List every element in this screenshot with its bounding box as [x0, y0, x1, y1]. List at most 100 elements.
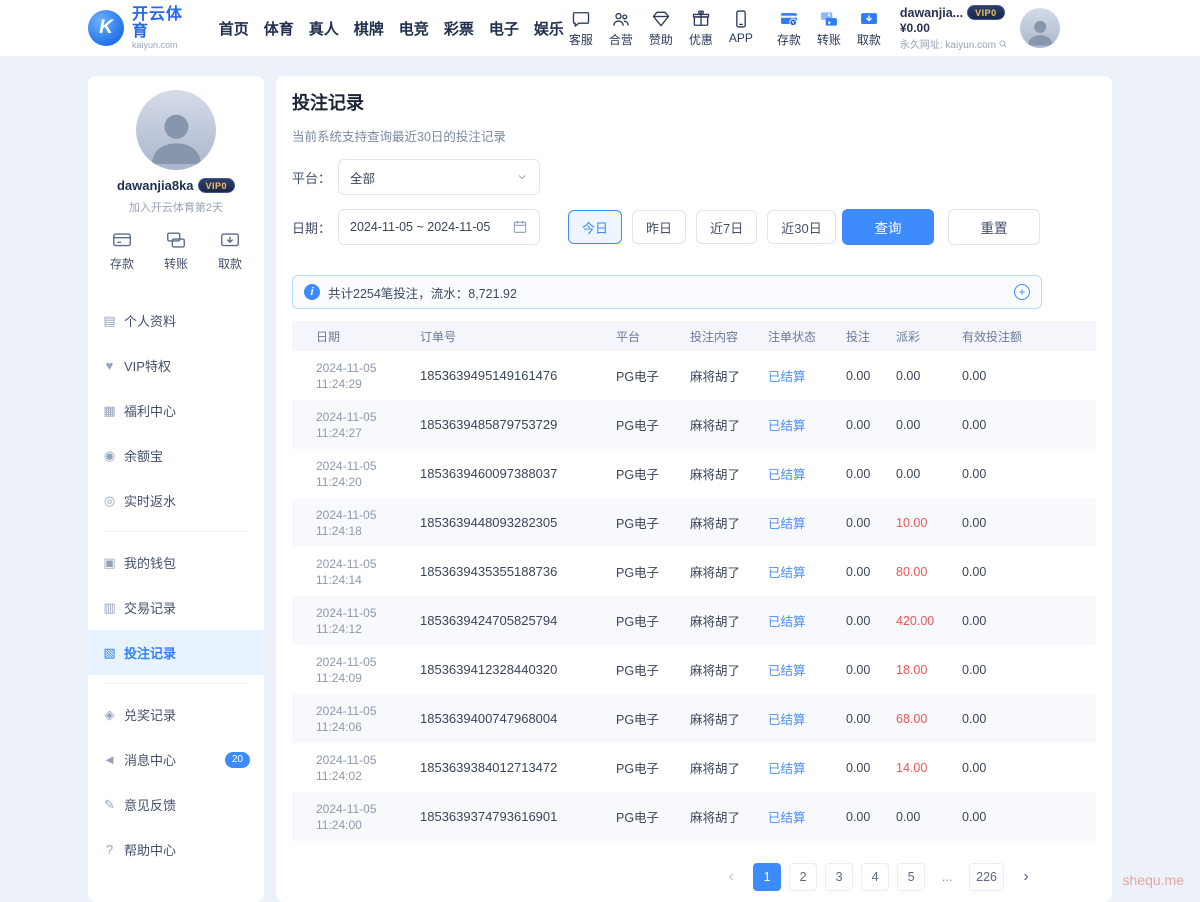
- nav-sponsor[interactable]: 赞助: [646, 9, 676, 48]
- page-button[interactable]: 5: [897, 863, 925, 891]
- sidebar-item-messages[interactable]: ◄ 消息中心 20: [88, 737, 264, 782]
- reset-button[interactable]: 重置: [948, 209, 1040, 245]
- quick-date-button[interactable]: 近7日: [696, 210, 757, 244]
- bet-date: 2024-11-05: [316, 360, 420, 376]
- nav-promo[interactable]: 优惠: [686, 9, 716, 48]
- permanent-url: 永久网址: kaiyun.com: [900, 36, 996, 51]
- menu-item-label: VIP特权: [124, 356, 171, 375]
- nav-item[interactable]: 娱乐: [532, 14, 566, 43]
- nav-item[interactable]: 彩票: [442, 14, 476, 43]
- vip-badge: VIP0: [967, 5, 1005, 20]
- sidebar-item-redeem[interactable]: ◈ 兑奖记录: [88, 692, 264, 737]
- quick-date-button[interactable]: 今日: [568, 210, 622, 244]
- bet-amount-cell: 0.00: [846, 596, 896, 645]
- nav-user-info[interactable]: dawanjia... VIP0 ¥0.00 永久网址: kaiyun.com: [900, 5, 1008, 51]
- nav-item[interactable]: 棋牌: [352, 14, 386, 43]
- nav-features: 客服 合营 赞助 优惠 APP: [566, 9, 756, 48]
- pagination: ‹ 1 2 3 4 5 ... 226 ›: [292, 863, 1040, 891]
- column-header: 有效投注额: [962, 321, 1096, 351]
- sidebar-item-bet-records[interactable]: ▧ 投注记录: [88, 630, 264, 675]
- page-button[interactable]: 226: [969, 863, 1004, 891]
- balance: ¥0.00: [900, 21, 1008, 35]
- menu-item-icon: ?: [102, 842, 117, 857]
- column-header: 投注: [846, 321, 896, 351]
- sidebar-item-yuebao[interactable]: ◉ 余额宝: [88, 433, 264, 478]
- bet-time: 11:24:06: [316, 719, 420, 735]
- promo-icon: [691, 9, 711, 29]
- user-avatar[interactable]: [1020, 8, 1060, 48]
- action-label: 存款: [110, 255, 134, 272]
- bet-date: 2024-11-05: [316, 654, 420, 670]
- withdraw-action[interactable]: 取款: [218, 229, 242, 272]
- page-button[interactable]: 2: [789, 863, 817, 891]
- nav-item[interactable]: 真人: [307, 14, 341, 43]
- sidebar-username: dawanjia8ka: [117, 178, 194, 193]
- sidebar-item-welfare[interactable]: ▦ 福利中心: [88, 388, 264, 433]
- quick-date-button[interactable]: 昨日: [632, 210, 686, 244]
- status-cell: 已结算: [768, 596, 846, 645]
- bet-amount-cell: 0.00: [846, 351, 896, 400]
- search-icon[interactable]: [998, 39, 1008, 49]
- summary-text: 共计2254笔投注，流水：8,721.92: [328, 283, 517, 302]
- prev-page-icon[interactable]: ‹: [717, 863, 745, 891]
- nav-wallet-label: 转账: [817, 31, 841, 48]
- deposit-action[interactable]: 存款: [110, 229, 134, 272]
- menu-item-icon: ◄: [102, 752, 117, 767]
- quick-date-button[interactable]: 近30日: [767, 210, 835, 244]
- sidebar-item-profile[interactable]: ▤ 个人资料: [88, 298, 264, 343]
- table-row: 2024-11-05 11:24:12 1853639424705825794 …: [292, 596, 1096, 645]
- search-button[interactable]: 查询: [842, 209, 934, 245]
- bet-amount-cell: 0.00: [846, 792, 896, 841]
- valid-bet-cell: 0.00: [962, 596, 1096, 645]
- sidebar-item-rebate[interactable]: ◎ 实时返水: [88, 478, 264, 523]
- page-button[interactable]: 4: [861, 863, 889, 891]
- bet-time: 11:24:29: [316, 376, 420, 392]
- site-logo[interactable]: K 开云体育 kaiyun.com: [88, 6, 195, 50]
- page-button[interactable]: 3: [825, 863, 853, 891]
- order-number: 1853639448093282305: [420, 498, 616, 547]
- nav-wallet-label: 取款: [857, 31, 881, 48]
- nav-item[interactable]: 电子: [487, 14, 521, 43]
- nav-item[interactable]: 体育: [262, 14, 296, 43]
- platform-select[interactable]: 全部: [338, 159, 540, 195]
- payout-cell: 0.00: [896, 400, 962, 449]
- sidebar-item-feedback[interactable]: ✎ 意见反馈: [88, 782, 264, 827]
- nav-app[interactable]: APP: [726, 9, 756, 48]
- sidebar-item-help[interactable]: ? 帮助中心: [88, 827, 264, 872]
- valid-bet-cell: 0.00: [962, 498, 1096, 547]
- page-button[interactable]: ...: [933, 863, 961, 891]
- action-label: 取款: [218, 255, 242, 272]
- nav-item[interactable]: 首页: [217, 14, 251, 43]
- nav-withdraw[interactable]: 取款: [854, 9, 884, 48]
- platform-cell: PG电子: [616, 743, 690, 792]
- sidebar-divider: [104, 531, 248, 532]
- sidebar-item-wallet[interactable]: ▣ 我的钱包: [88, 540, 264, 585]
- joined-days-text: 加入开云体育第2天: [88, 199, 264, 215]
- menu-item-label: 实时返水: [124, 491, 176, 510]
- platform-label: 平台：: [292, 168, 338, 187]
- notification-badge: 20: [225, 752, 250, 768]
- partnership-icon: [611, 9, 631, 29]
- transfer-action[interactable]: 转账: [164, 229, 188, 272]
- sidebar-item-vip[interactable]: ♥ VIP特权: [88, 343, 264, 388]
- main-panel: 投注记录 当前系统支持查询最近30日的投注记录 平台： 全部 日期： 2024-…: [276, 76, 1112, 902]
- column-header: 平台: [616, 321, 690, 351]
- expand-plus-icon[interactable]: +: [1014, 284, 1030, 300]
- nav-deposit[interactable]: 存款: [774, 9, 804, 48]
- table-header-row: 日期 订单号 平台 投注内容 注单状态 投注 派彩 有效投注额: [292, 321, 1096, 351]
- profile-avatar[interactable]: [136, 90, 216, 170]
- nav-customer-service[interactable]: 客服: [566, 9, 596, 48]
- order-number: 1853639412328440320: [420, 645, 616, 694]
- next-page-icon[interactable]: ›: [1012, 863, 1040, 891]
- action-label: 转账: [164, 255, 188, 272]
- sidebar-item-transactions[interactable]: ▥ 交易记录: [88, 585, 264, 630]
- nav-transfer[interactable]: 转账: [814, 9, 844, 48]
- sidebar: dawanjia8ka VIP0 加入开云体育第2天 存款 转账 取款 ▤ 个人…: [88, 76, 264, 902]
- summary-bar: i 共计2254笔投注，流水：8,721.92 +: [292, 275, 1042, 309]
- page-button[interactable]: 1: [753, 863, 781, 891]
- page-title: 投注记录: [292, 92, 1096, 114]
- nav-partnership[interactable]: 合营: [606, 9, 636, 48]
- transfer-icon: [819, 9, 839, 29]
- date-range-input[interactable]: 2024-11-05 ~ 2024-11-05: [338, 209, 540, 245]
- nav-item[interactable]: 电竞: [397, 14, 431, 43]
